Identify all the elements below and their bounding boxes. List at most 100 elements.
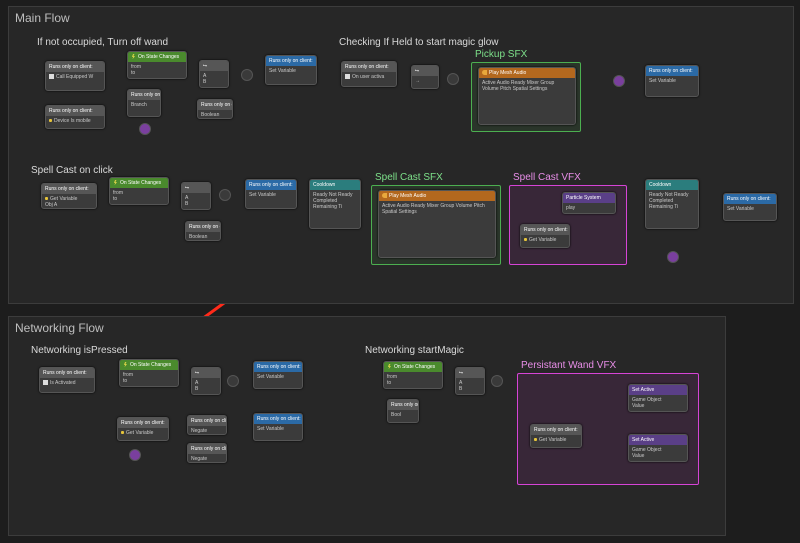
reroute-node[interactable] (447, 73, 459, 85)
doc-icon (49, 74, 54, 79)
bolt-icon (387, 364, 392, 369)
section-title-main: Main Flow (15, 11, 70, 25)
node-body: Set Variable (254, 424, 302, 434)
node-on-state-changes-3[interactable]: On State Changes fromto (119, 359, 179, 387)
node-boolean-1[interactable]: Runs only on client: Boolean (197, 99, 233, 119)
node-event-checking[interactable]: Runs only on client: On user activa (341, 61, 397, 87)
node-call-equipped[interactable]: Runs only on client: Call Equipped W (45, 61, 105, 91)
node-on-state-changes-4[interactable]: On State Changes fromto (383, 361, 443, 389)
node-body: Set Variable (646, 76, 698, 86)
sub-checking-if-held: Checking If Held to start magic glow (339, 37, 499, 48)
node-cooldown-2[interactable]: Cooldown Ready Not Ready Completed Remai… (645, 179, 699, 229)
node-set-active-2[interactable]: Set Active Game ObjectValue (628, 434, 688, 462)
node-negate-2[interactable]: Runs only on client: Negate (187, 443, 227, 463)
node-play-audio-spell[interactable]: Play Mesh Audio Active Audio Ready Mixer… (378, 190, 496, 258)
node-on-state-changes-1[interactable]: On State Changes fromto (127, 51, 187, 79)
node-boolean-2[interactable]: Runs only on client: Boolean (185, 221, 221, 241)
node-device-mobile[interactable]: Runs only on client: Device Is mobile (45, 105, 105, 129)
node-branch-mid[interactable]: ⮡ → (411, 65, 439, 89)
node-activated[interactable]: Runs only on client: Is Activated (39, 367, 95, 393)
node-set-variable-sc[interactable]: Runs only on client: Set Variable (245, 179, 297, 209)
node-body: Ready Not Ready Completed Remaining Ti (310, 190, 360, 212)
node-body: Get Variable (531, 435, 581, 445)
node-body: play (563, 203, 615, 213)
sound-icon (482, 70, 487, 75)
node-header: Runs only on client: (46, 62, 104, 72)
node-branch-4b[interactable]: Runs only on client: Bool (387, 399, 419, 423)
section-networking-flow[interactable]: Networking Flow Networking isPressed Net… (8, 316, 726, 536)
node-branch-1a[interactable]: Runs only on client: Branch (127, 89, 161, 117)
node-on-state-changes-2[interactable]: On State Changes fromto (109, 177, 169, 205)
node-negate-1[interactable]: Runs only on client: Negate (187, 415, 227, 435)
reroute-node[interactable] (219, 189, 231, 201)
bolt-icon (123, 362, 128, 367)
reroute-node[interactable] (129, 449, 141, 461)
node-header: Runs only on client: (266, 56, 316, 66)
node-header: ⮡ (200, 61, 228, 71)
node-body: Active Audio Ready Mixer Group Volume Pi… (479, 78, 575, 94)
node-header: Runs only on client: (342, 62, 396, 72)
node-header: Runs only on client: (40, 368, 94, 378)
node-body: Active Audio Ready Mixer Group Volume Pi… (379, 201, 495, 217)
node-branch-3[interactable]: ⮡ AB (191, 367, 221, 395)
node-body: On user activa (342, 72, 396, 82)
node-header: Set Active (629, 385, 687, 395)
node-body: Set Variable (254, 372, 302, 382)
node-get-variable-sc[interactable]: Runs only on client: Get VariableObj A (41, 183, 97, 209)
comment-wand-vfx[interactable]: Persistant Wand VFX Runs only on client:… (517, 373, 699, 485)
node-header: Runs only on client: (521, 225, 569, 235)
comment-spell-sfx[interactable]: Spell Cast SFX Play Mesh Audio Active Au… (371, 185, 501, 265)
node-body: AB (192, 378, 220, 394)
reroute-node[interactable] (227, 375, 239, 387)
comment-title: Persistant Wand VFX (521, 360, 616, 371)
node-set-variable-np2[interactable]: Runs only on client: Set Variable (253, 413, 303, 441)
node-header: Runs only on client: (254, 414, 302, 424)
node-cooldown-1[interactable]: Cooldown Ready Not Ready Completed Remai… (309, 179, 361, 229)
bolt-icon (131, 54, 136, 59)
node-branch-1b[interactable]: ⮡ AB (199, 60, 229, 88)
node-body: Ready Not Ready Completed Remaining Ti (646, 190, 698, 212)
node-branch-2[interactable]: ⮡ AB (181, 182, 211, 210)
reroute-node[interactable] (667, 251, 679, 263)
node-get-variable-vfx[interactable]: Runs only on client: Get Variable (520, 224, 570, 248)
node-header: Runs only on client: (531, 425, 581, 435)
node-body: Call Equipped W (46, 72, 104, 82)
node-get-variable-np[interactable]: Runs only on client: Get Variable (117, 417, 169, 441)
node-set-variable-2[interactable]: Runs only on client: Set Variable (645, 65, 699, 97)
node-set-active-1[interactable]: Set Active Game ObjectValue (628, 384, 688, 412)
node-header: Runs only on client: (646, 66, 698, 76)
node-body: fromto (120, 370, 178, 386)
section-title-net: Networking Flow (15, 321, 104, 335)
node-body: AB (456, 378, 484, 394)
node-header: Play Mesh Audio (379, 191, 495, 201)
node-header: On State Changes (120, 360, 178, 370)
node-play-audio-pickup[interactable]: Play Mesh Audio Active Audio Ready Mixer… (478, 67, 576, 125)
node-set-variable-np[interactable]: Runs only on client: Set Variable (253, 361, 303, 389)
node-body: Set Variable (246, 190, 296, 200)
node-set-variable-end[interactable]: Runs only on client: Set Variable (723, 193, 777, 221)
comment-spell-vfx[interactable]: Spell Cast VFX Particle System play Runs… (509, 185, 627, 265)
doc-icon (345, 74, 350, 79)
node-header: Set Active (629, 435, 687, 445)
sub-networking-startmagic: Networking startMagic (365, 345, 464, 356)
node-header: On State Changes (110, 178, 168, 188)
node-body: Game ObjectValue (629, 395, 687, 411)
section-main-flow[interactable]: Main Flow If not occupied, Turn off wand… (8, 6, 794, 304)
node-branch-4[interactable]: ⮡ AB (455, 367, 485, 395)
reroute-node[interactable] (139, 123, 151, 135)
node-body: Negate (188, 426, 226, 436)
node-get-variable-wv[interactable]: Runs only on client: Get Variable (530, 424, 582, 448)
node-body: AB (200, 71, 228, 87)
node-header: Runs only on client: (188, 444, 226, 454)
node-body: Branch (128, 100, 160, 110)
reroute-node[interactable] (491, 375, 503, 387)
node-set-variable-1[interactable]: Runs only on client: Set Variable (265, 55, 317, 85)
node-particle[interactable]: Particle System play (562, 192, 616, 214)
reroute-node[interactable] (241, 69, 253, 81)
graph-canvas[interactable]: Main Flow If not occupied, Turn off wand… (0, 0, 800, 543)
sub-if-not-occupied: If not occupied, Turn off wand (37, 37, 168, 48)
comment-pickup-sfx[interactable]: Pickup SFX Play Mesh Audio Active Audio … (471, 62, 581, 132)
reroute-node[interactable] (613, 75, 625, 87)
node-body: Negate (188, 454, 226, 464)
node-body: fromto (384, 372, 442, 388)
